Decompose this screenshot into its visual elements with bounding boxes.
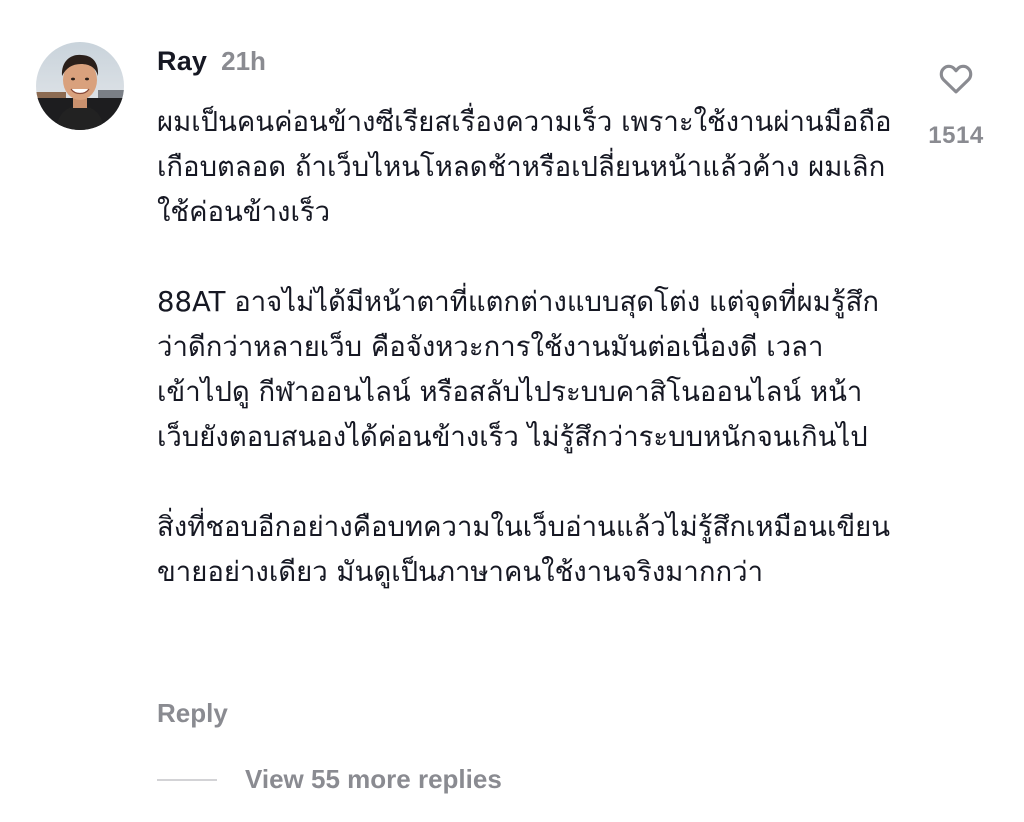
divider xyxy=(157,778,217,781)
username[interactable]: Ray xyxy=(157,46,207,77)
comment-item: Ray 21h ผมเป็นคนค่อนข้างซีเรียสเรื่องควา… xyxy=(0,0,1024,822)
reply-button[interactable]: Reply xyxy=(157,698,228,729)
avatar-image xyxy=(36,42,124,130)
comment-paragraph: สิ่งที่ชอบอีกอย่างคือบทความในเว็บอ่านแล้… xyxy=(157,511,891,588)
like-count: 1514 xyxy=(928,122,984,149)
heart-outline-icon[interactable] xyxy=(936,58,976,98)
avatar[interactable] xyxy=(36,42,124,130)
comment-timestamp: 21h xyxy=(221,46,266,76)
comment-header: Ray 21h xyxy=(157,46,266,82)
comment-paragraph: 88AT อาจไม่ได้มีหน้าตาที่แตกต่างแบบสุดโต… xyxy=(157,286,880,453)
comment-paragraph: ผมเป็นคนค่อนข้างซีเรียสเรื่องความเร็ว เพ… xyxy=(157,106,892,228)
view-more-replies-button[interactable]: View 55 more replies xyxy=(157,764,502,795)
like-control: 1514 xyxy=(918,58,994,150)
view-more-replies-label: View 55 more replies xyxy=(245,764,502,794)
comment-body: ผมเป็นคนค่อนข้างซีเรียสเรื่องความเร็ว เพ… xyxy=(157,100,897,595)
